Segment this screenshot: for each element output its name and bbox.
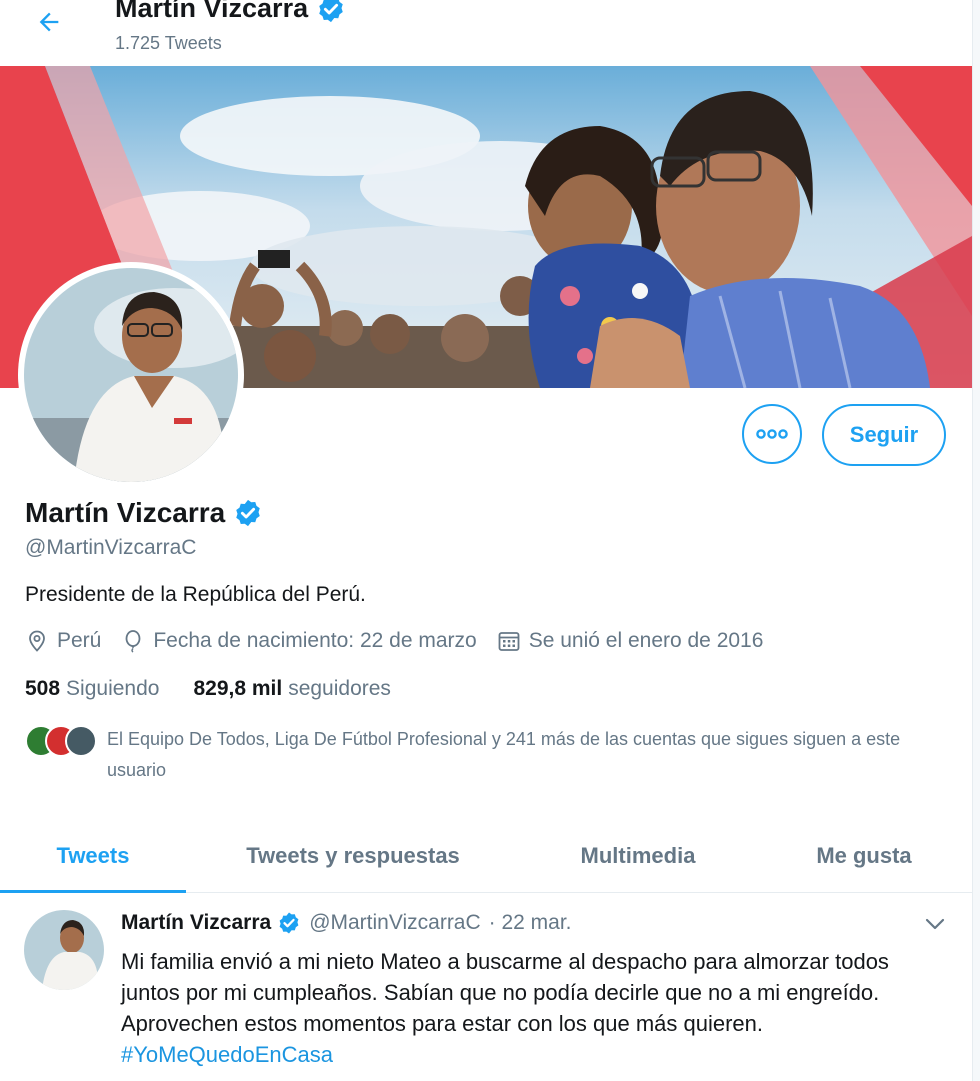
follow-counts: 508 Siguiendo 829,8 mil seguidores [25,677,391,701]
tweet-avatar[interactable] [24,910,104,990]
tab-tweets-replies[interactable]: Tweets y respuestas [186,820,520,892]
header-name: Martín Vizcarra [115,0,309,23]
known-follower-avatar [65,725,97,757]
tweet-header: Martín Vizcarra @MartinVizcarraC · 22 ma… [121,911,572,935]
tweet-text: Mi familia envió a mi nieto Mateo a busc… [121,949,889,1036]
calendar-icon [498,632,520,651]
more-dots-icon [756,429,788,439]
tab-media[interactable]: Multimedia [520,820,756,892]
tab-tweets[interactable]: Tweets [0,820,186,893]
known-followers-text: El Equipo De Todos, Liga De Fútbol Profe… [107,729,901,780]
more-options-button[interactable] [742,404,802,464]
profile-handle: @MartinVizcarraC [25,536,197,559]
tweet-avatar-image [24,910,104,990]
followers-label: seguidores [288,677,391,700]
verified-badge-icon [319,0,343,22]
tweet[interactable]: Martín Vizcarra @MartinVizcarraC · 22 ma… [0,893,972,1081]
known-followers[interactable]: El Equipo De Todos, Liga De Fútbol Profe… [25,724,907,786]
birthday-text: Fecha de nacimiento: 22 de marzo [153,629,477,652]
profile-bio: Presidente de la República del Perú. [25,583,366,606]
avatar[interactable] [24,268,238,482]
followers-count: 829,8 mil [193,677,283,700]
location-pin-icon [29,630,45,652]
location-item: Perú [25,629,101,653]
birthday-item: Fecha de nacimiento: 22 de marzo [121,629,477,653]
profile-avatar-frame[interactable] [18,262,244,488]
header-tweet-count: 1.725 Tweets [115,33,222,53]
profile-name: Martín Vizcarra [25,497,263,529]
profile-name-text: Martín Vizcarra [25,497,226,528]
joined-text: Se unió el enero de 2016 [528,629,764,652]
top-header: Martín Vizcarra 1.725 Tweets [0,0,972,66]
follow-button[interactable]: Seguir [822,404,946,466]
avatar-image [24,268,238,482]
back-button[interactable] [26,2,72,42]
profile-meta: Perú Fecha de nacimiento: 22 de marzo Se [25,629,783,653]
header-title: Martín Vizcarra [115,0,346,24]
chevron-down-icon [925,918,945,930]
location-text: Perú [57,629,102,652]
scrollbar[interactable] [973,0,980,1081]
following-count: 508 [25,677,61,700]
back-arrow-icon [39,12,59,32]
tweet-menu-button[interactable] [922,913,950,937]
tweet-body: Mi familia envió a mi nieto Mateo a busc… [121,946,951,1070]
following-label: Siguiendo [66,677,160,700]
tab-likes[interactable]: Me gusta [756,820,972,892]
verified-badge-icon [236,499,260,527]
tweet-date[interactable]: · 22 mar. [489,911,572,935]
profile-tabs: Tweets Tweets y respuestas Multimedia Me… [0,820,972,893]
known-followers-avatars [25,725,97,757]
verified-badge-icon [279,912,299,934]
tweet-author-name[interactable]: Martín Vizcarra [121,911,271,935]
tweet-hashtag[interactable]: #YoMeQuedoEnCasa [121,1039,951,1070]
joined-item: Se unió el enero de 2016 [497,629,764,653]
balloon-icon [125,630,141,653]
following-link[interactable]: 508 Siguiendo [25,677,159,701]
tweet-author-handle[interactable]: @MartinVizcarraC [309,911,480,935]
followers-link[interactable]: 829,8 mil seguidores [193,677,390,701]
profile-page: Martín Vizcarra 1.725 Tweets Seguir Mart… [0,0,973,1081]
